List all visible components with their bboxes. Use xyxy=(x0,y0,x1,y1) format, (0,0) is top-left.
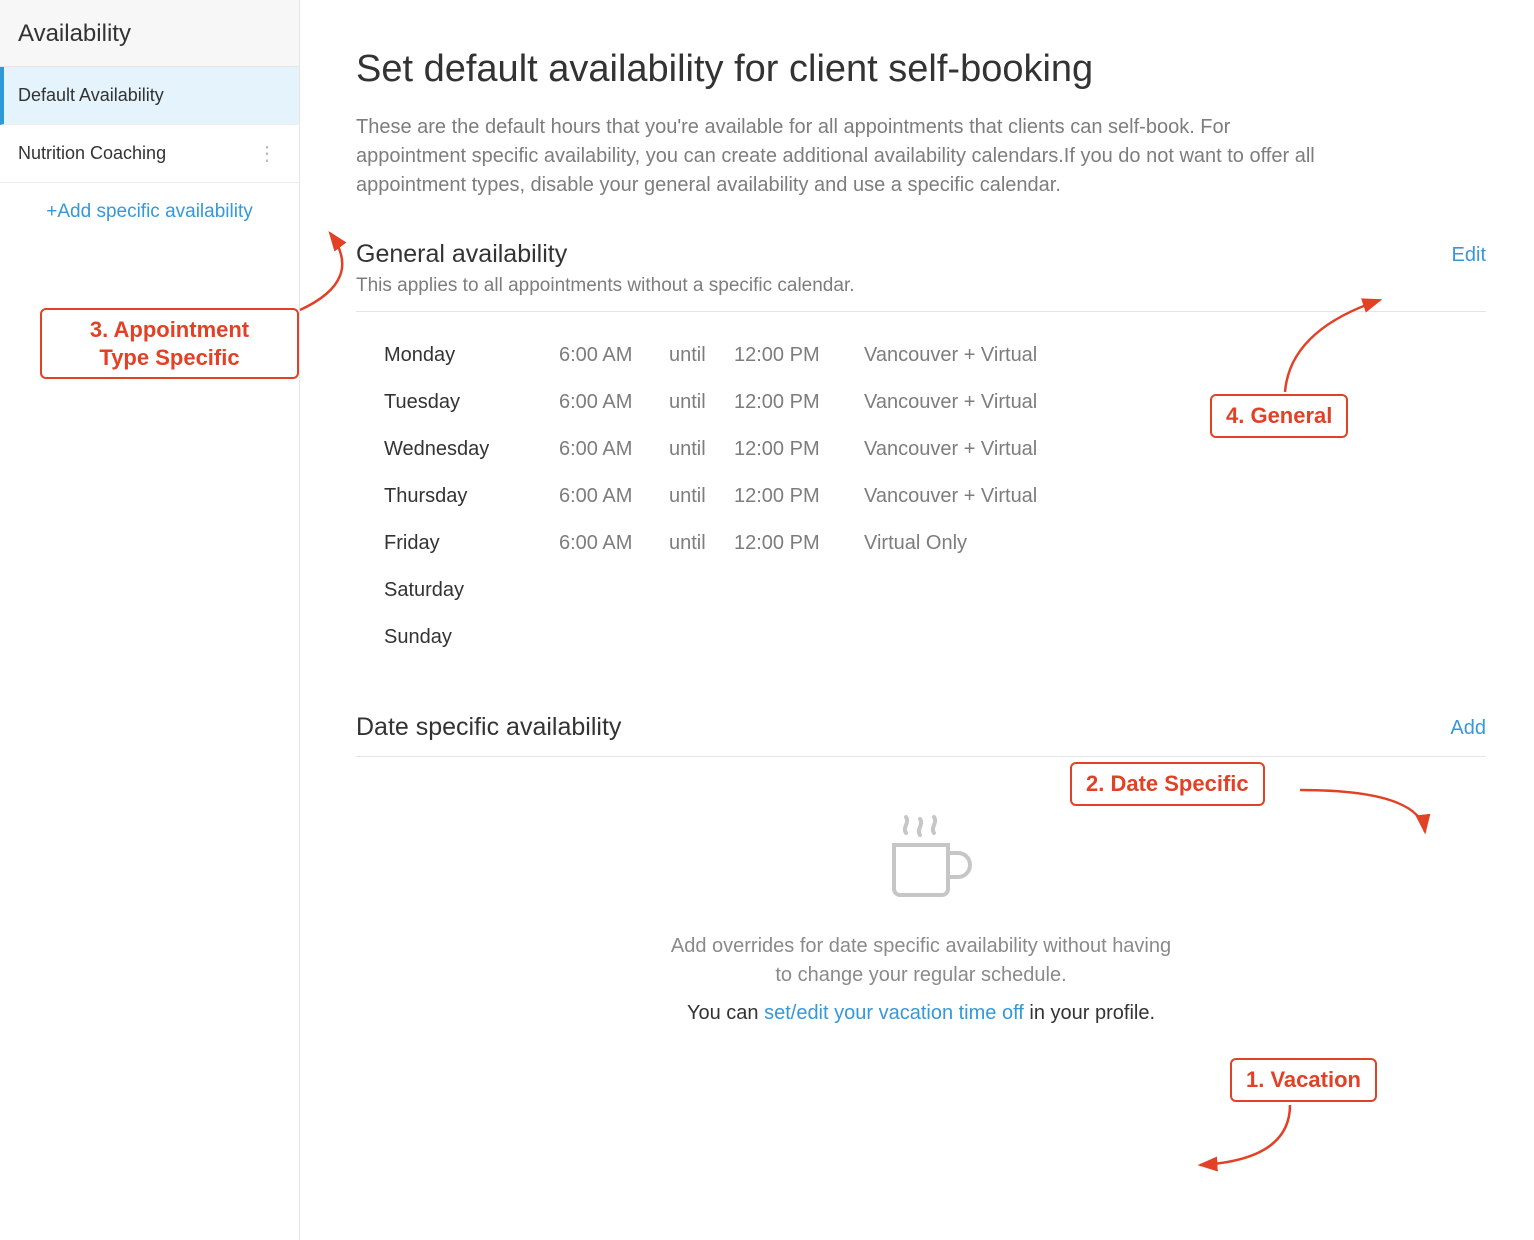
schedule-location: Virtual Only xyxy=(864,532,967,555)
sidebar-item-default-availability[interactable]: Default Availability xyxy=(0,67,299,125)
schedule-day: Friday xyxy=(384,532,559,555)
schedule-day: Sunday xyxy=(384,626,559,649)
schedule-end-time: 12:00 PM xyxy=(734,532,864,555)
schedule-until: until xyxy=(669,344,734,367)
more-options-icon[interactable]: ⋮ xyxy=(253,144,281,164)
schedule-location: Vancouver + Virtual xyxy=(864,391,1037,414)
sidebar-item-label: Default Availability xyxy=(18,85,164,106)
schedule-until: until xyxy=(669,391,734,414)
add-specific-availability-link[interactable]: +Add specific availability xyxy=(0,183,299,241)
schedule-until: until xyxy=(669,485,734,508)
schedule-location: Vancouver + Virtual xyxy=(864,485,1037,508)
schedule-row: Wednesday6:00 AMuntil12:00 PMVancouver +… xyxy=(384,426,1486,473)
sidebar-item-nutrition-coaching[interactable]: Nutrition Coaching ⋮ xyxy=(0,125,299,183)
schedule-end-time: 12:00 PM xyxy=(734,438,864,461)
vacation-prefix: You can xyxy=(687,1002,764,1024)
schedule-until: until xyxy=(669,438,734,461)
coffee-mug-icon xyxy=(866,805,976,910)
schedule-day: Monday xyxy=(384,344,559,367)
sidebar-header: Availability xyxy=(0,0,299,67)
schedule-row: Saturday xyxy=(384,567,1486,614)
vacation-line: You can set/edit your vacation time off … xyxy=(356,1002,1486,1025)
schedule-start-time: 6:00 AM xyxy=(559,532,669,555)
general-availability-subtitle: This applies to all appointments without… xyxy=(356,275,855,297)
schedule-location: Vancouver + Virtual xyxy=(864,344,1037,367)
page-title: Set default availability for client self… xyxy=(356,48,1486,91)
schedule-day: Tuesday xyxy=(384,391,559,414)
add-date-specific-link[interactable]: Add xyxy=(1450,713,1486,740)
schedule-until: until xyxy=(669,532,734,555)
main-content: Set default availability for client self… xyxy=(300,0,1534,1240)
schedule-row: Tuesday6:00 AMuntil12:00 PMVancouver + V… xyxy=(384,379,1486,426)
schedule-end-time: 12:00 PM xyxy=(734,344,864,367)
schedule-day: Wednesday xyxy=(384,438,559,461)
edit-general-availability-link[interactable]: Edit xyxy=(1452,240,1486,267)
page-description: These are the default hours that you're … xyxy=(356,113,1336,200)
date-specific-title: Date specific availability xyxy=(356,713,621,742)
empty-state-text: Add overrides for date specific availabi… xyxy=(661,932,1181,990)
schedule-row: Sunday xyxy=(384,614,1486,661)
schedule-start-time: 6:00 AM xyxy=(559,485,669,508)
schedule-end-time: 12:00 PM xyxy=(734,485,864,508)
general-availability-section: General availability This applies to all… xyxy=(356,240,1486,691)
schedule-end-time: 12:00 PM xyxy=(734,391,864,414)
date-specific-section: Date specific availability Add xyxy=(356,713,1486,1025)
vacation-link[interactable]: set/edit your vacation time off xyxy=(764,1002,1024,1024)
schedule-start-time: 6:00 AM xyxy=(559,391,669,414)
weekly-schedule: Monday6:00 AMuntil12:00 PMVancouver + Vi… xyxy=(356,324,1486,691)
vacation-suffix: in your profile. xyxy=(1024,1002,1155,1024)
schedule-row: Friday6:00 AMuntil12:00 PMVirtual Only xyxy=(384,520,1486,567)
schedule-row: Thursday6:00 AMuntil12:00 PMVancouver + … xyxy=(384,473,1486,520)
schedule-location: Vancouver + Virtual xyxy=(864,438,1037,461)
date-specific-empty-state: Add overrides for date specific availabi… xyxy=(356,769,1486,1025)
sidebar: Availability Default Availability Nutrit… xyxy=(0,0,300,1240)
sidebar-item-label: Nutrition Coaching xyxy=(18,143,166,164)
general-availability-title: General availability xyxy=(356,240,855,269)
schedule-day: Thursday xyxy=(384,485,559,508)
schedule-row: Monday6:00 AMuntil12:00 PMVancouver + Vi… xyxy=(384,332,1486,379)
schedule-day: Saturday xyxy=(384,579,559,602)
schedule-start-time: 6:00 AM xyxy=(559,344,669,367)
schedule-start-time: 6:00 AM xyxy=(559,438,669,461)
